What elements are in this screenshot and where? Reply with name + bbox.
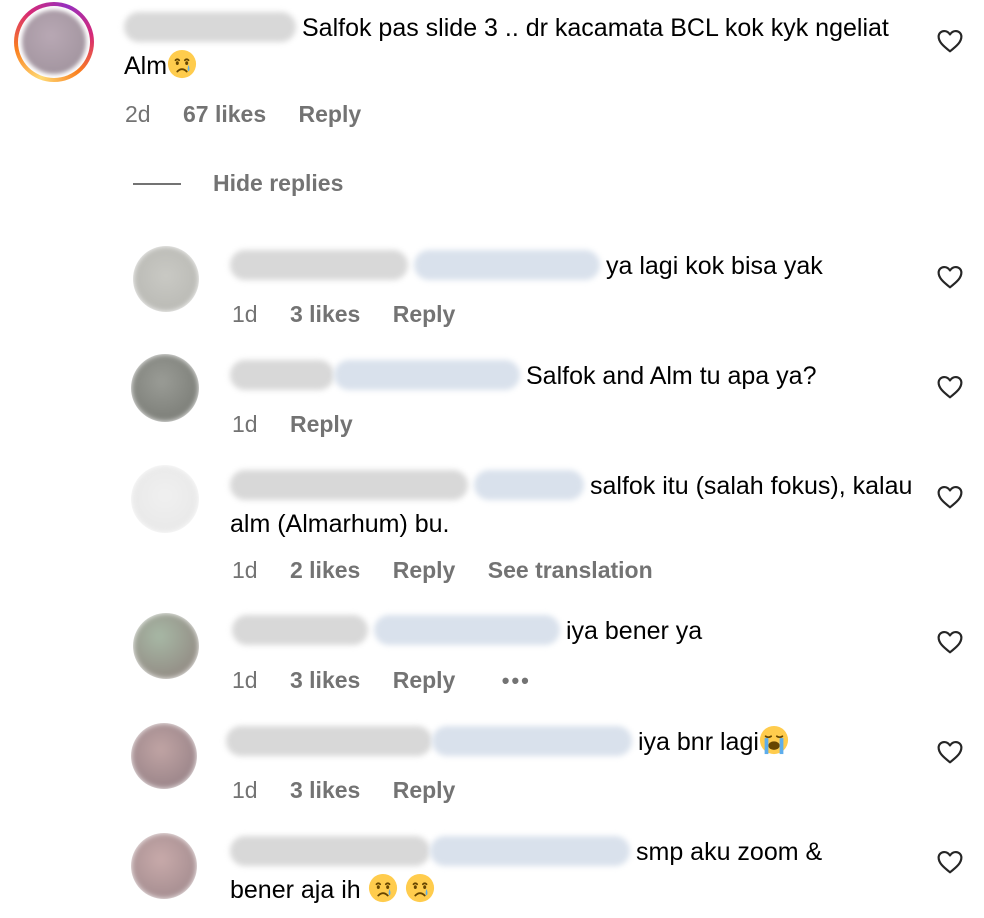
reply-button[interactable]: Reply	[393, 777, 456, 803]
username-blurred[interactable]	[230, 250, 408, 280]
avatar[interactable]	[131, 354, 199, 422]
comment-meta: 1d 2 likes Reply See translation	[232, 555, 679, 585]
reply-button[interactable]: Reply	[299, 101, 362, 127]
like-heart-icon[interactable]	[937, 29, 963, 53]
comment-body: ya lagi kok bisa yak	[230, 247, 920, 285]
comment-meta: 1d Reply	[232, 409, 379, 439]
username-blurred[interactable]	[226, 726, 432, 756]
comment-meta: 1d 3 likes Reply	[232, 775, 481, 805]
avatar[interactable]	[131, 465, 199, 533]
likes-count[interactable]: 2 likes	[290, 557, 360, 583]
reply-comment: iya bener ya 1d 3 likes Reply •••	[0, 610, 984, 710]
mention-blurred[interactable]	[474, 470, 584, 500]
avatar	[22, 10, 86, 74]
comment-time: 1d	[232, 411, 258, 437]
more-options-icon[interactable]: •••	[502, 668, 531, 693]
loudly-crying-face-emoji	[759, 725, 789, 755]
comment-text: iya bener ya	[566, 617, 703, 645]
reply-comment: iya bnr lagi 1d 3 likes Reply	[0, 720, 984, 820]
reply-comment: Salfok and Alm tu apa ya? 1d Reply	[0, 350, 984, 450]
avatar[interactable]	[133, 246, 199, 312]
likes-count[interactable]: 67 likes	[183, 101, 266, 127]
comment-meta: 1d 3 likes Reply	[232, 299, 481, 329]
comment-meta: 1d 3 likes Reply •••	[232, 665, 557, 696]
comment-meta: 2d 67 likes Reply	[125, 99, 387, 129]
avatar[interactable]	[131, 723, 197, 789]
reply-comment: ya lagi kok bisa yak 1d 3 likes Reply	[0, 240, 984, 340]
reply-comment: smp aku zoom & bener aja ih	[0, 830, 984, 918]
hide-replies-label[interactable]: Hide replies	[213, 168, 343, 198]
mention-blurred[interactable]	[430, 836, 630, 866]
main-comment: Salfok pas slide 3 .. dr kacamata BCL ko…	[0, 0, 984, 140]
reply-button[interactable]: Reply	[393, 667, 456, 693]
comment-text: ya lagi kok bisa yak	[606, 252, 823, 280]
comment-body: iya bener ya	[232, 612, 922, 650]
username-blurred[interactable]	[124, 12, 296, 42]
username-blurred[interactable]	[230, 360, 334, 390]
crying-face-emoji	[405, 873, 435, 903]
comment-body: salfok itu (salah fokus), kalau alm (Alm…	[230, 467, 920, 543]
comment-body: iya bnr lagi	[226, 723, 926, 761]
like-heart-icon[interactable]	[937, 630, 963, 654]
avatar-story-ring[interactable]	[14, 2, 94, 82]
mention-blurred[interactable]	[334, 360, 520, 390]
comment-body: Salfok and Alm tu apa ya?	[230, 357, 920, 395]
comment-time: 1d	[232, 667, 258, 693]
like-heart-icon[interactable]	[937, 375, 963, 399]
comment-time: 1d	[232, 557, 258, 583]
mention-blurred[interactable]	[414, 250, 600, 280]
username-blurred[interactable]	[232, 615, 368, 645]
reply-button[interactable]: Reply	[393, 557, 456, 583]
reply-button[interactable]: Reply	[393, 301, 456, 327]
mention-blurred[interactable]	[432, 726, 632, 756]
mention-blurred[interactable]	[374, 615, 560, 645]
comment-text: Salfok and Alm tu apa ya?	[526, 362, 817, 390]
divider-line	[133, 183, 181, 185]
like-heart-icon[interactable]	[937, 740, 963, 764]
comment-time: 1d	[232, 301, 258, 327]
crying-face-emoji	[167, 49, 197, 79]
comment-body: smp aku zoom & bener aja ih	[230, 833, 870, 909]
like-heart-icon[interactable]	[937, 485, 963, 509]
like-heart-icon[interactable]	[937, 850, 963, 874]
comment-time: 1d	[232, 777, 258, 803]
crying-face-emoji	[368, 873, 398, 903]
see-translation-button[interactable]: See translation	[488, 557, 653, 583]
likes-count[interactable]: 3 likes	[290, 667, 360, 693]
like-heart-icon[interactable]	[937, 265, 963, 289]
reply-button[interactable]: Reply	[290, 411, 353, 437]
likes-count[interactable]: 3 likes	[290, 301, 360, 327]
comment-body: Salfok pas slide 3 .. dr kacamata BCL ko…	[124, 9, 904, 85]
comment-text: iya bnr lagi	[638, 728, 759, 756]
username-blurred[interactable]	[230, 470, 468, 500]
avatar[interactable]	[131, 833, 197, 899]
avatar[interactable]	[133, 613, 199, 679]
reply-comment: salfok itu (salah fokus), kalau alm (Alm…	[0, 460, 984, 590]
comment-time: 2d	[125, 101, 151, 127]
username-blurred[interactable]	[230, 836, 430, 866]
likes-count[interactable]: 3 likes	[290, 777, 360, 803]
